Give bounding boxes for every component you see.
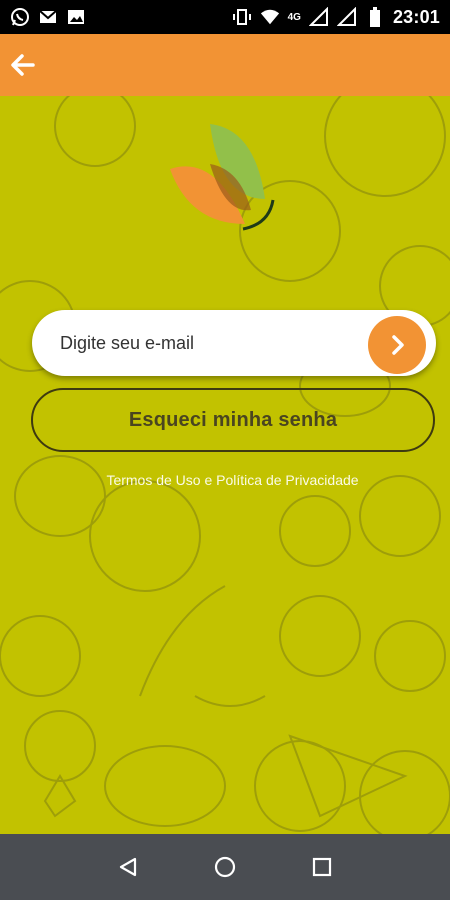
nav-back-button[interactable] xyxy=(108,847,148,887)
signal-icon xyxy=(308,7,329,27)
image-icon xyxy=(66,7,86,27)
battery-icon xyxy=(365,7,385,27)
network-type: 4G xyxy=(287,11,301,23)
arrow-left-icon xyxy=(11,54,35,76)
wifi-icon xyxy=(260,7,280,27)
email-form xyxy=(32,310,436,376)
signal-icon-2 xyxy=(336,7,357,27)
back-button[interactable] xyxy=(8,50,38,80)
status-left xyxy=(10,7,86,27)
status-right: 4G 23:01 xyxy=(232,7,440,28)
submit-button[interactable] xyxy=(368,316,426,374)
email-input[interactable] xyxy=(60,332,350,354)
terms-link[interactable]: Termos de Uso e Política de Privacidade xyxy=(0,472,450,488)
chevron-right-icon xyxy=(392,335,404,355)
gmail-icon xyxy=(38,7,58,27)
triangle-back-icon xyxy=(120,857,137,877)
app-bar xyxy=(0,34,450,96)
nav-bar xyxy=(0,834,450,900)
circle-home-icon xyxy=(214,856,236,878)
status-bar: 4G 23:01 xyxy=(0,0,450,34)
forgot-password-label: Esqueci minha senha xyxy=(128,408,338,431)
nav-recents-button[interactable] xyxy=(302,847,342,887)
square-recents-icon xyxy=(312,857,331,877)
whatsapp-icon xyxy=(10,7,30,27)
vibrate-icon xyxy=(232,7,252,27)
forgot-password-button[interactable]: Esqueci minha senha xyxy=(31,388,435,452)
main-content: Esqueci minha senha Termos de Uso e Polí… xyxy=(0,96,450,834)
nav-home-button[interactable] xyxy=(205,847,245,887)
status-time: 23:01 xyxy=(392,6,440,27)
logo xyxy=(170,124,275,231)
